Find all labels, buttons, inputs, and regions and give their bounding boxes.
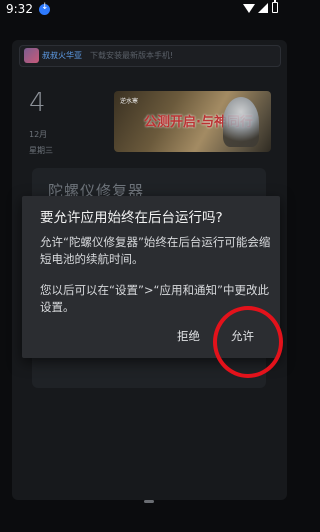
- game-banner: 逆水寒 公测开启·与神同行: [114, 91, 271, 152]
- dialog-title: 要允许应用始终在后台运行吗?: [40, 210, 223, 226]
- deny-button[interactable]: 拒绝: [177, 328, 200, 344]
- wifi-icon: [243, 4, 255, 13]
- dialog-message: 允许“陀螺仪修复器”始终在后台运行可能会缩短电池的续航时间。: [40, 235, 271, 266]
- background-search-placeholder: 下载安装最新版本手机!: [90, 51, 174, 60]
- banner-character-image: [223, 97, 259, 147]
- highlight-circle: [213, 306, 283, 378]
- background-app-name: 叔叔火华亚: [42, 51, 82, 60]
- status-time: 9:32: [6, 2, 33, 16]
- date-day: 4: [29, 88, 46, 118]
- download-icon: [39, 2, 50, 15]
- status-bar: 9:32: [0, 0, 299, 18]
- signal-icon: [258, 3, 268, 13]
- battery-icon: [272, 0, 278, 13]
- app-avatar: [24, 48, 39, 63]
- date-weekday: 星期三: [29, 146, 53, 155]
- banner-logo: 逆水寒: [120, 98, 139, 105]
- date-month: 12月: [29, 130, 48, 139]
- navigation-handle: [144, 500, 154, 503]
